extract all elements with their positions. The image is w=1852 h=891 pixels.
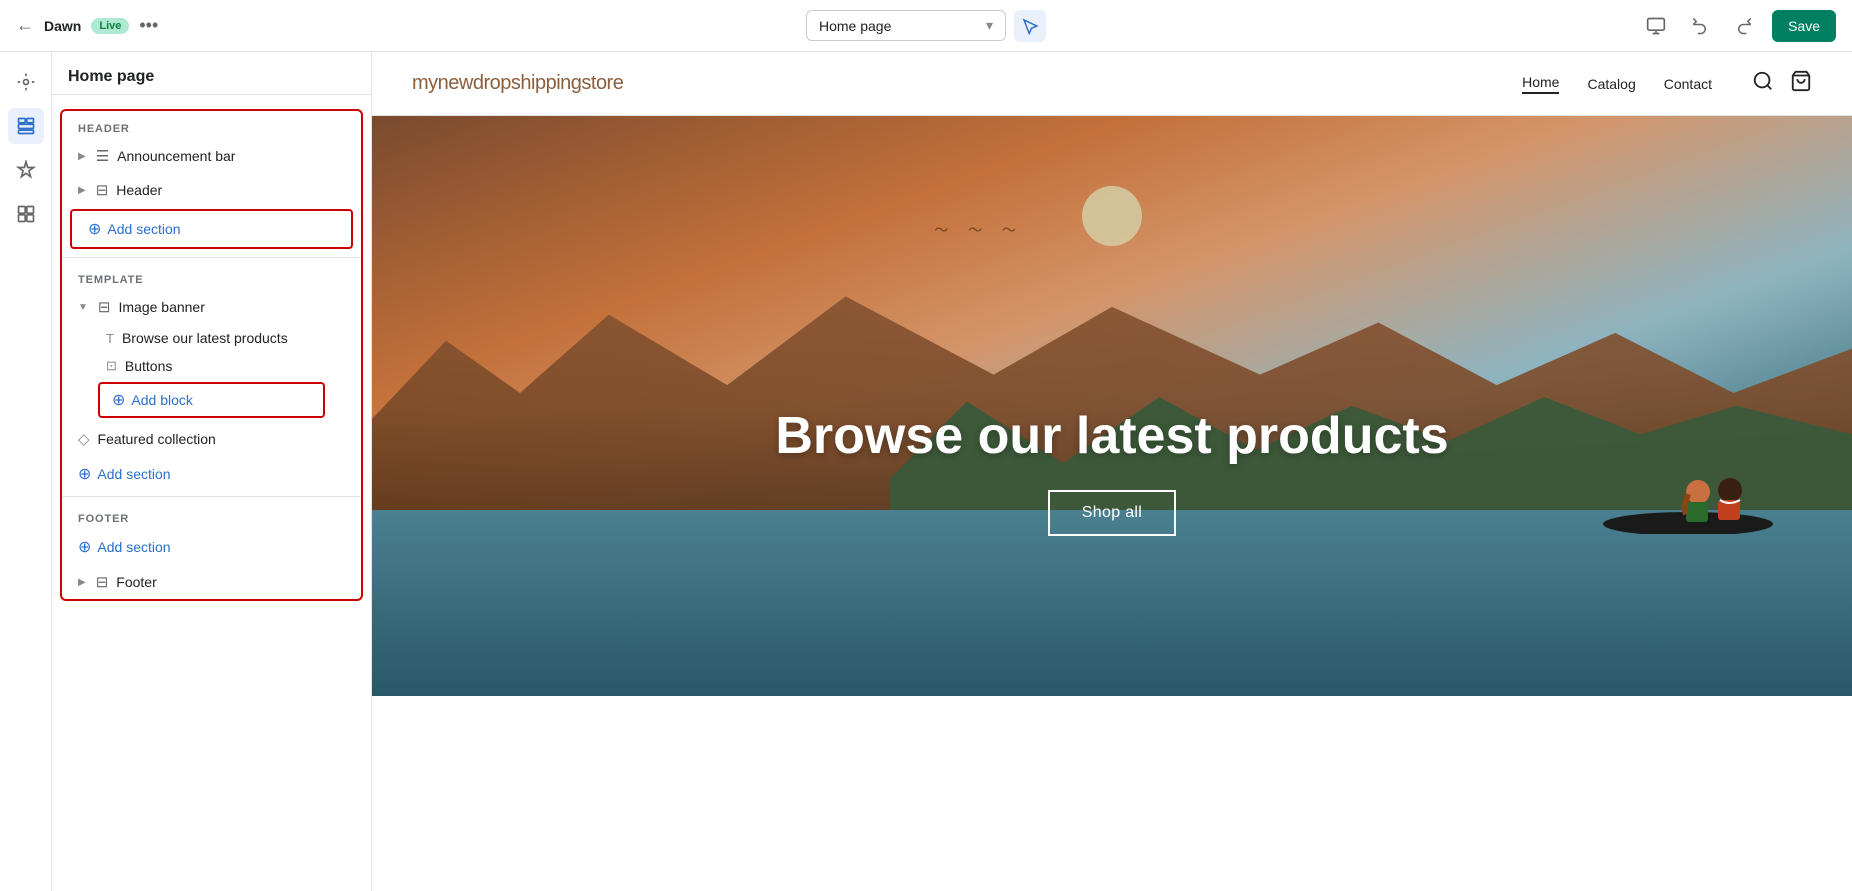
chevron-down-icon: ▾ xyxy=(986,17,993,34)
header-label: Header xyxy=(116,182,162,198)
store-search-button[interactable] xyxy=(1752,70,1774,98)
rail-sections-icon[interactable] xyxy=(8,108,44,144)
add-block-button[interactable]: ⊕ Add block xyxy=(100,384,323,416)
divider-1 xyxy=(62,257,361,258)
sidebar-item-image-banner[interactable]: ▼ ⊟ Image banner xyxy=(62,290,361,324)
sidebar: Home page HEADER ▶ ☰ Announcement bar ▶ … xyxy=(52,52,372,891)
icon-rail xyxy=(0,52,52,891)
sidebar-title: Home page xyxy=(68,68,154,85)
hero-headline: Browse our latest products xyxy=(372,406,1852,466)
hero-text-overlay: Browse our latest products Shop all xyxy=(372,406,1852,536)
hero-sun xyxy=(1082,186,1142,246)
rail-blocks-icon[interactable] xyxy=(8,196,44,232)
nav-link-catalog[interactable]: Catalog xyxy=(1587,76,1635,92)
chevron-right-icon-3: ▶ xyxy=(78,577,86,588)
footer-group: FOOTER ⊕ Add section ▶ ⊟ Footer xyxy=(62,501,361,599)
preview-frame: mynewdropshippingstore Home Catalog Cont… xyxy=(372,52,1852,891)
main-layout: Home page HEADER ▶ ☰ Announcement bar ▶ … xyxy=(0,52,1852,891)
header-template-footer-highlight: HEADER ▶ ☰ Announcement bar ▶ ⊟ Header xyxy=(60,109,363,601)
template-group: TEMPLATE ▼ ⊟ Image banner T Browse our l… xyxy=(62,262,361,492)
add-section-template-label: Add section xyxy=(97,466,170,482)
back-icon[interactable]: ← xyxy=(16,15,34,36)
diamond-icon: ◇ xyxy=(78,430,90,448)
browse-label: Browse our latest products xyxy=(122,330,288,346)
plus-circle-icon-4: ⊕ xyxy=(78,537,91,557)
footer-icon: ⊟ xyxy=(96,573,109,591)
add-block-highlight: ⊕ Add block xyxy=(98,382,325,418)
rail-navigate-icon[interactable] xyxy=(8,64,44,100)
topbar: ← Dawn Live ••• Home page ▾ Save xyxy=(0,0,1852,52)
nav-link-contact[interactable]: Contact xyxy=(1664,76,1712,92)
sidebar-content: HEADER ▶ ☰ Announcement bar ▶ ⊟ Header xyxy=(52,95,371,891)
sidebar-subitem-buttons[interactable]: ⊡ Buttons xyxy=(62,352,361,380)
store-nav-links: Home Catalog Contact xyxy=(1522,74,1712,94)
store-nav: mynewdropshippingstore Home Catalog Cont… xyxy=(372,52,1852,116)
add-section-template-button[interactable]: ⊕ Add section xyxy=(62,456,361,492)
add-section-header-label: Add section xyxy=(107,221,180,237)
sidebar-item-announcement-bar[interactable]: ▶ ☰ Announcement bar xyxy=(62,139,361,173)
hero-section: 〜 〜 〜 xyxy=(372,116,1852,696)
topbar-right: Save xyxy=(1640,10,1836,42)
redo-button[interactable] xyxy=(1728,10,1760,42)
store-logo: mynewdropshippingstore xyxy=(412,72,1522,95)
image-banner-label: Image banner xyxy=(118,299,204,315)
cursor-tool-button[interactable] xyxy=(1014,10,1046,42)
page-selector-value: Home page xyxy=(819,18,891,34)
chevron-right-icon: ▶ xyxy=(78,151,86,162)
sidebar-item-header[interactable]: ▶ ⊟ Header xyxy=(62,173,361,207)
chevron-down-icon-2: ▼ xyxy=(78,302,88,313)
sidebar-subitem-browse[interactable]: T Browse our latest products xyxy=(62,324,361,352)
topbar-center: Home page ▾ xyxy=(806,10,1046,42)
footer-group-label: FOOTER xyxy=(62,501,361,529)
plus-circle-icon: ⊕ xyxy=(88,219,101,239)
hero-background: 〜 〜 〜 xyxy=(372,116,1852,696)
sidebar-item-featured-collection[interactable]: ◇ Featured collection xyxy=(62,422,361,456)
live-badge: Live xyxy=(91,18,129,34)
announcement-bar-icon: ☰ xyxy=(96,147,109,165)
header-icon: ⊟ xyxy=(96,181,109,199)
add-section-footer-button[interactable]: ⊕ Add section xyxy=(62,529,361,565)
nav-link-home[interactable]: Home xyxy=(1522,74,1559,94)
text-icon: T xyxy=(106,331,114,346)
undo-button[interactable] xyxy=(1684,10,1716,42)
image-banner-icon: ⊟ xyxy=(98,298,111,316)
sidebar-item-footer[interactable]: ▶ ⊟ Footer xyxy=(62,565,361,599)
store-nav-icons xyxy=(1752,70,1812,98)
featured-collection-label: Featured collection xyxy=(98,431,216,447)
footer-label: Footer xyxy=(116,574,156,590)
preview-area: mynewdropshippingstore Home Catalog Cont… xyxy=(372,52,1852,891)
add-section-header-highlight: ⊕ Add section xyxy=(70,209,353,249)
hero-birds: 〜 〜 〜 xyxy=(934,220,1024,240)
plus-circle-icon-2: ⊕ xyxy=(112,390,125,410)
chevron-right-icon-2: ▶ xyxy=(78,185,86,196)
page-selector[interactable]: Home page ▾ xyxy=(806,10,1006,41)
rail-customize-icon[interactable] xyxy=(8,152,44,188)
announcement-bar-label: Announcement bar xyxy=(117,148,235,164)
add-section-footer-label: Add section xyxy=(97,539,170,555)
header-group-label: HEADER xyxy=(62,111,361,139)
buttons-icon: ⊡ xyxy=(106,358,117,374)
plus-circle-icon-3: ⊕ xyxy=(78,464,91,484)
shop-all-button[interactable]: Shop all xyxy=(1048,490,1176,536)
add-block-label: Add block xyxy=(131,392,192,408)
theme-name: Dawn xyxy=(44,18,81,34)
save-button[interactable]: Save xyxy=(1772,10,1836,42)
hero-water xyxy=(372,510,1852,696)
more-options-button[interactable]: ••• xyxy=(139,15,158,36)
add-section-header-button[interactable]: ⊕ Add section xyxy=(72,211,351,247)
header-group: HEADER ▶ ☰ Announcement bar ▶ ⊟ Header xyxy=(62,111,361,207)
template-group-label: TEMPLATE xyxy=(62,262,361,290)
sidebar-header: Home page xyxy=(52,52,371,95)
desktop-view-button[interactable] xyxy=(1640,10,1672,42)
store-cart-button[interactable] xyxy=(1790,70,1812,98)
divider-2 xyxy=(62,496,361,497)
buttons-label: Buttons xyxy=(125,358,172,374)
